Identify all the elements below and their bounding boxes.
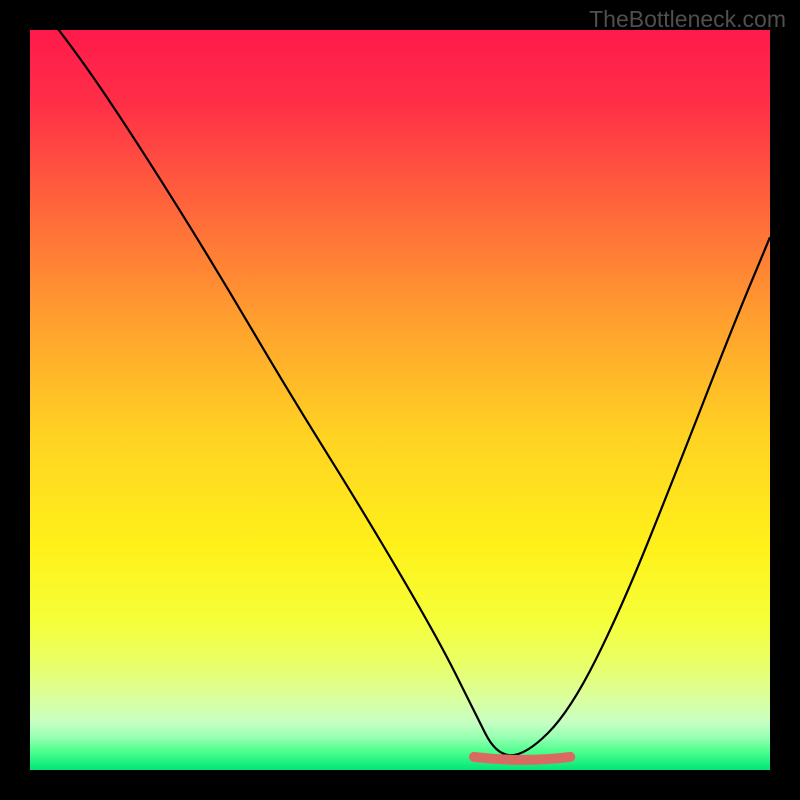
optimum-marker	[474, 757, 570, 760]
bottleneck-curve	[30, 30, 770, 755]
curve-layer	[30, 30, 770, 770]
plot-area	[30, 30, 770, 770]
attribution-text: TheBottleneck.com	[589, 6, 786, 33]
chart-frame: TheBottleneck.com	[0, 0, 800, 800]
